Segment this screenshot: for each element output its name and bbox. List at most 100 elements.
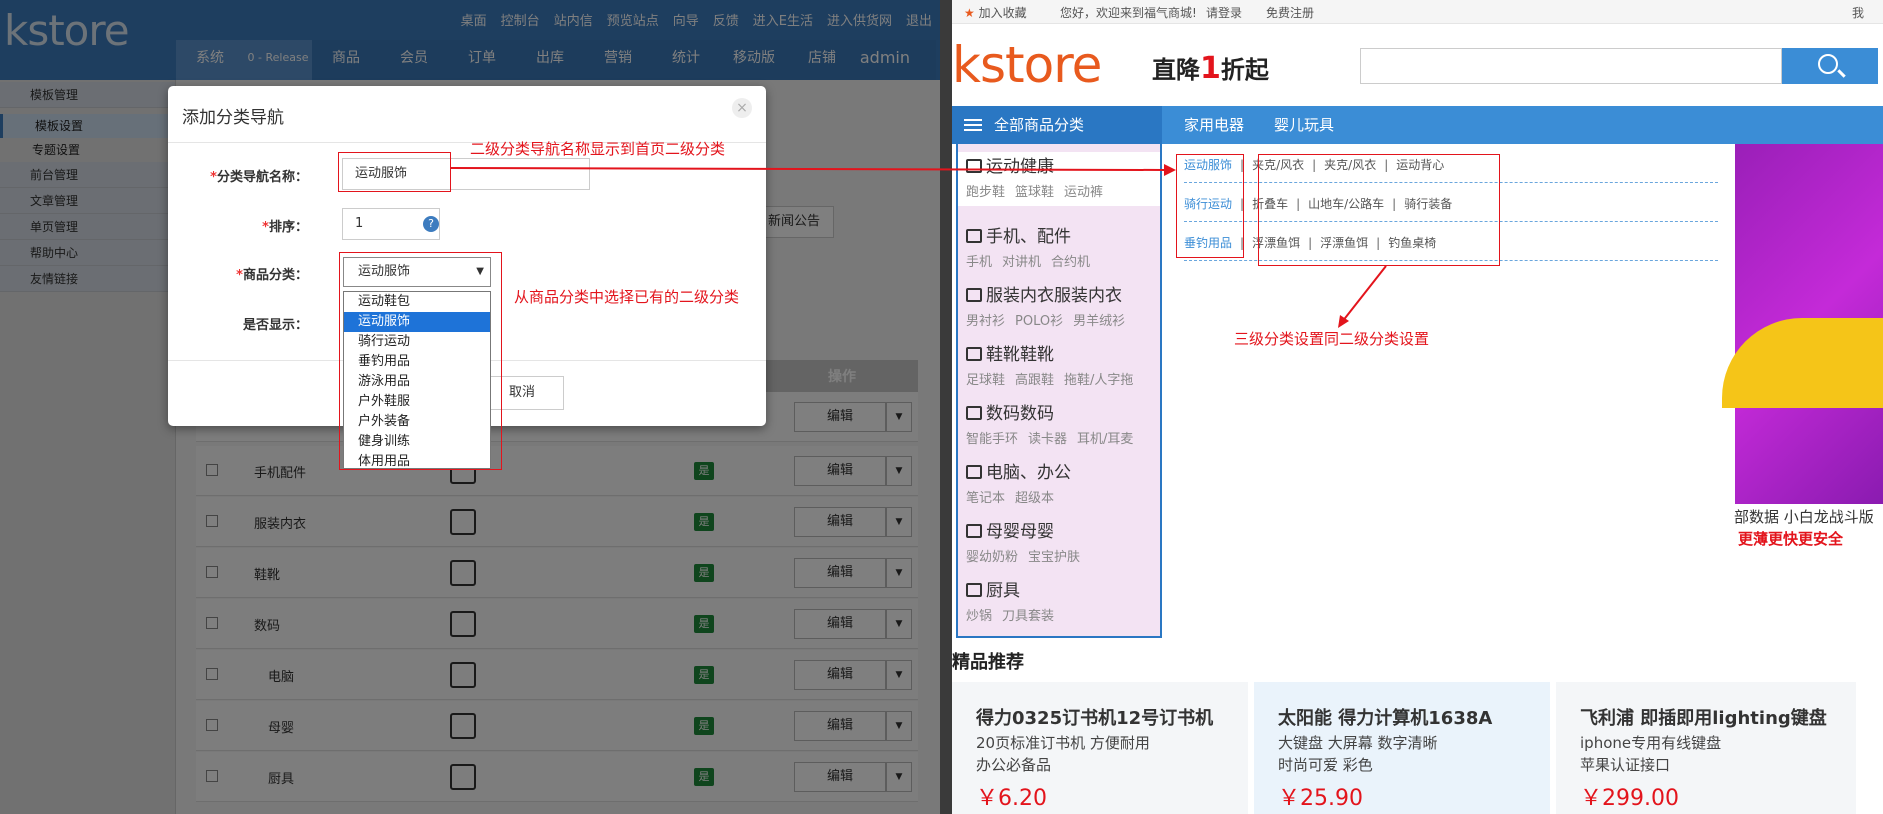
product-name: 太阳能 得力计算机1638A [1278, 708, 1493, 729]
document-icon [966, 288, 982, 302]
category-title: 厨具 [986, 581, 1020, 601]
all-categories-label: 全部商品分类 [994, 116, 1085, 134]
category-item[interactable]: 数码数码智能手环 读卡器 耳机/耳麦 [966, 399, 1166, 447]
product-card[interactable]: 太阳能 得力计算机1638A 大键盘 大屏幕 数字清晰 时尚可爱 彩色 ￥25.90 [1254, 682, 1550, 814]
product-desc-line: iphone专用有线键盘 [1580, 734, 1722, 752]
required-mark: * [210, 170, 217, 185]
product-price: ￥6.20 [976, 786, 1047, 811]
search-input[interactable] [1360, 48, 1782, 84]
product-price: ￥299.00 [1580, 786, 1679, 811]
slogan-part: 直降 [1152, 56, 1200, 84]
sort-value: 1 [355, 216, 364, 231]
category-sub[interactable]: 跑步鞋 [966, 185, 1005, 200]
category-item[interactable]: 手机、配件手机 对讲机 合约机 [966, 222, 1166, 270]
close-icon[interactable]: × [732, 98, 752, 118]
annotation-box [338, 152, 451, 192]
required-mark: * [262, 220, 269, 235]
show-label: 是否显示： [242, 318, 308, 333]
category-title: 服装内衣服装内衣 [986, 286, 1122, 306]
product-desc: 20页标准订书机 方便耐用 办公必备品 [976, 732, 1150, 776]
nav-item-baby-toys[interactable]: 婴儿玩具 [1274, 106, 1334, 144]
sort-input[interactable]: 1? [342, 208, 440, 240]
category-sub[interactable]: 男衬衫 [966, 314, 1005, 329]
category-sub[interactable]: 婴幼奶粉 [966, 550, 1018, 565]
category-sub[interactable]: 高跟鞋 [1015, 373, 1054, 388]
store-slogan: 直降1折起 [1152, 50, 1269, 86]
category-sub[interactable]: 宝宝护肤 [1028, 550, 1080, 565]
category-item[interactable]: 服装内衣服装内衣男衬衫 POLO衫 男羊绒衫 [966, 281, 1166, 329]
banner-text: 更薄更快更安全 [1738, 530, 1844, 548]
search-icon [1818, 54, 1838, 74]
recommend-title: 精品推荐 [952, 652, 1024, 673]
admin-panel: kstore 桌面 控制台 站内信 预览站点 向导 反馈 进入E生活 进入供货网… [0, 0, 940, 814]
category-sub[interactable]: 智能手环 [966, 432, 1018, 447]
category-icon [966, 159, 982, 173]
category-sub[interactable]: 超级本 [1015, 491, 1054, 506]
star-icon: ★ [964, 6, 975, 20]
category-sub[interactable]: 对讲机 [1002, 255, 1041, 270]
cup-icon [966, 524, 982, 538]
category-sub[interactable]: 合约机 [1051, 255, 1090, 270]
category-label: *商品分类： [168, 264, 308, 283]
nav-name-label: *分类导航名称： [168, 166, 308, 185]
menu-icon [964, 119, 982, 121]
category-title: 运动健康 [986, 157, 1054, 177]
search-button[interactable] [1782, 48, 1878, 84]
store-logo[interactable]: kstore [952, 36, 1102, 94]
product-desc-line: 20页标准订书机 方便耐用 [976, 734, 1150, 752]
category-sub[interactable]: 篮球鞋 [1015, 185, 1054, 200]
menu-icon [964, 129, 982, 131]
help-icon[interactable]: ? [423, 216, 439, 232]
nav-name-label-text: 分类导航名称： [216, 170, 308, 185]
monitor-icon [966, 406, 982, 420]
category-sub[interactable]: 运动裤 [1064, 185, 1103, 200]
category-sub[interactable]: 手机 [966, 255, 992, 270]
slogan-number: 1 [1200, 51, 1221, 86]
category-sub[interactable]: 读卡器 [1028, 432, 1067, 447]
dialog-title: 添加分类导航 [182, 108, 284, 128]
nav-item-appliances[interactable]: 家用电器 [1184, 106, 1244, 144]
store-link-register[interactable]: 免费注册 [1266, 4, 1314, 21]
product-card[interactable]: 得力0325订书机12号订书机 20页标准订书机 方便耐用 办公必备品 ￥6.20 [952, 682, 1248, 814]
category-item[interactable]: 母婴母婴 婴幼奶粉 宝宝护肤 [966, 517, 1166, 565]
category-menu: 运动健康跑步鞋 篮球鞋 运动裤 手机、配件手机 对讲机 合约机 服装内衣服装内衣男衬衫 P… [956, 144, 1162, 638]
sort-label: *排序： [168, 216, 308, 235]
product-desc-line: 办公必备品 [976, 756, 1052, 774]
category-sub[interactable]: 拖鞋/人字拖 [1064, 373, 1133, 388]
banner-text: 部数据 小白龙战斗版 [1734, 508, 1874, 526]
menu-icon [964, 124, 982, 126]
store-link-login[interactable]: 请登录 [1206, 4, 1242, 21]
category-sub[interactable]: 炒锅 [966, 609, 992, 624]
category-title: 手机、配件 [986, 227, 1071, 247]
product-desc-line: 苹果认证接口 [1580, 756, 1671, 774]
category-sub[interactable]: 耳机/耳麦 [1077, 432, 1133, 447]
category-sub[interactable]: 刀具套装 [1002, 609, 1054, 624]
store-nav: 全部商品分类 家用电器 婴儿玩具 [952, 106, 1883, 144]
product-card[interactable]: 飞利浦 即插即用lighting键盘 iphone专用有线键盘 苹果认证接口 ￥299… [1556, 682, 1856, 814]
category-sub[interactable]: POLO衫 [1015, 314, 1063, 329]
computer-icon [966, 465, 982, 479]
product-desc: iphone专用有线键盘 苹果认证接口 [1580, 732, 1721, 776]
category-item[interactable]: 电脑、办公 笔记本 超级本 [966, 458, 1166, 506]
category-title: 鞋靴鞋靴 [986, 345, 1054, 365]
annotation-box [339, 252, 502, 470]
all-categories-button[interactable]: 全部商品分类 [952, 106, 1162, 144]
product-desc-line: 时尚可爱 彩色 [1278, 756, 1373, 774]
category-sub[interactable]: 笔记本 [966, 491, 1005, 506]
annotation-text: 从商品分类中选择已有的二级分类 [514, 288, 740, 306]
category-sub[interactable]: 足球鞋 [966, 373, 1005, 388]
search-icon-handle [1837, 69, 1846, 78]
slogan-part: 折起 [1220, 56, 1269, 84]
category-item[interactable]: 运动健康跑步鞋 篮球鞋 运动裤 [958, 152, 1160, 206]
product-desc-line: 大键盘 大屏幕 数字清晰 [1278, 734, 1438, 752]
phone-icon [966, 229, 982, 243]
category-item[interactable]: 厨具炒锅 刀具套装 [966, 576, 1166, 624]
product-price: ￥25.90 [1278, 786, 1363, 811]
category-sub[interactable]: 男羊绒衫 [1073, 314, 1125, 329]
store-link-my[interactable]: 我 [1852, 4, 1864, 21]
product-name: 飞利浦 即插即用lighting键盘 [1580, 708, 1827, 729]
category-title: 数码数码 [986, 404, 1054, 424]
category-item[interactable]: 鞋靴鞋靴足球鞋 高跟鞋 拖鞋/人字拖 [966, 340, 1166, 388]
store-link-favorite[interactable]: ★ 加入收藏 [964, 4, 1027, 21]
annotation-text: 二级分类导航名称显示到首页二级分类 [470, 140, 726, 158]
